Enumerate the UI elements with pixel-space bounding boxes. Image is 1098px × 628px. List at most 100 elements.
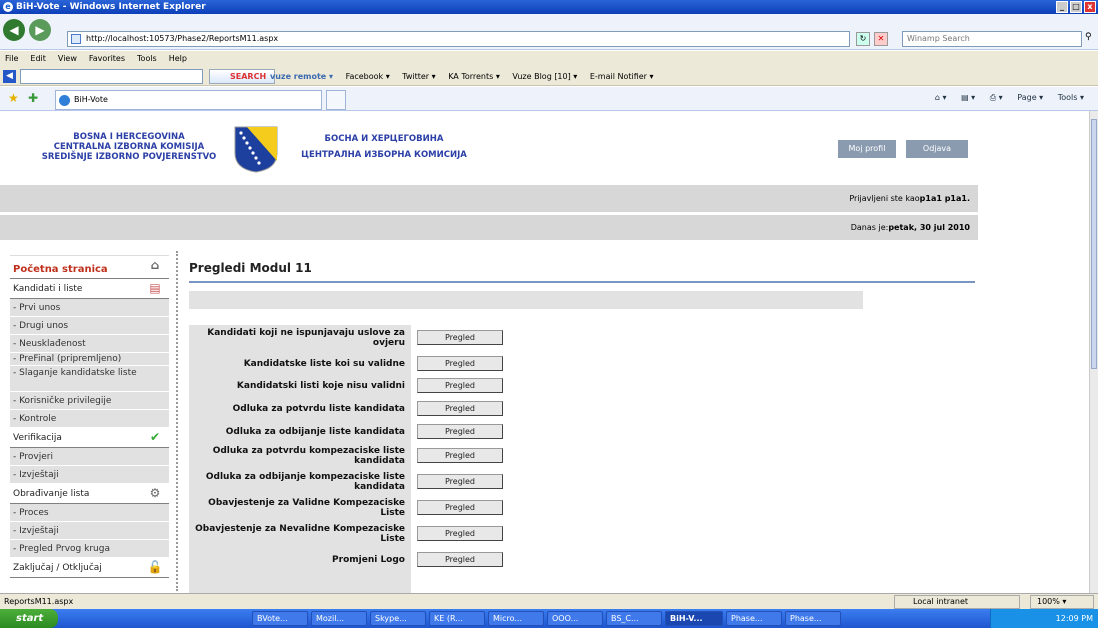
sidebar-item-prvi-unos[interactable]: - Prvi unos [10,299,169,317]
toolbar-search-input[interactable] [20,69,203,84]
url-field[interactable]: http://localhost:10573/Phase2/ReportsM11… [67,31,850,47]
report-row: Kandidatske liste koi su validne Pregled [189,353,507,375]
tab-label: BiH-Vote [74,95,108,104]
report-row: Odluka za odbijanje liste kandidata Preg… [189,421,507,443]
taskbar-item[interactable]: BVote... [252,611,308,626]
taskbar-item[interactable]: Micro... [488,611,544,626]
new-tab-button[interactable] [326,90,346,110]
pregled-button[interactable]: Pregled [417,500,503,515]
taskbar-item[interactable]: Phase... [785,611,841,626]
sidebar-item-prefinal[interactable]: - PreFinal (pripremljeno) [10,353,169,366]
home-icon: ⌂ [150,258,160,272]
pregled-button[interactable]: Pregled [417,526,503,541]
pregled-button[interactable]: Pregled [417,448,503,463]
sidebar-item-proces[interactable]: - Proces [10,504,169,522]
sidebar-item-neuskladenost[interactable]: - Neusklađenost [10,335,169,353]
search-icon[interactable]: ⚲ [1085,32,1097,46]
report-label: Odluka za odbijanje liste kandidata [225,427,405,437]
title-rule [189,281,975,283]
scrollbar-thumb[interactable] [1091,119,1097,369]
clock: 12:09 PM [1055,614,1093,623]
status-bar: ReportsM11.aspx Local intranet 100% ▾ [0,593,1098,609]
sidebar-home[interactable]: Početna stranica ⌂ [10,256,169,279]
sidebar-section-kandidati[interactable]: Kandidati i liste ▤ [10,279,169,299]
print-icon[interactable]: ⎙ ▾ [990,93,1003,102]
sidebar-item-privilegije[interactable]: - Korisničke privilegije [10,392,169,410]
sidebar-item-drugi-unos[interactable]: - Drugi unos [10,317,169,335]
sidebar-section-label: Kandidati i liste [13,284,83,294]
org-cyrillic-line2: ЦЕНТРАЛНА ИЗБОРНА КОМИСИЈА [301,150,467,160]
search-input[interactable]: Winamp Search [902,31,1082,47]
add-favorites-icon[interactable]: ✚ [28,91,38,105]
pregled-button[interactable]: Pregled [417,552,503,567]
pregled-button[interactable]: Pregled [417,424,503,439]
vuze-blog-link[interactable]: Vuze Blog [10] ▾ [512,72,577,81]
tab-bih-vote[interactable]: BiH-Vote [55,90,322,110]
menu-tools[interactable]: Tools [137,54,157,63]
favorites-star-icon[interactable]: ★ [8,91,19,105]
taskbar-item-active[interactable]: BiH-V... [665,611,723,626]
start-button[interactable]: start [0,609,58,628]
taskbar-item[interactable]: Phase... [726,611,782,626]
minimize-button[interactable]: _ [1056,1,1068,13]
profile-button[interactable]: Moj profil [838,140,896,158]
report-label: Kandidati koji ne ispunjavaju uslove za … [207,328,405,348]
page-menu[interactable]: Page ▾ [1017,93,1043,102]
sidebar-item-izvjestaji-2[interactable]: - Izvještaji [10,522,169,540]
taskbar-item[interactable]: KE (R... [429,611,485,626]
pregled-button[interactable]: Pregled [417,330,503,345]
tools-menu[interactable]: Tools ▾ [1058,93,1084,102]
home-icon[interactable]: ⌂ ▾ [935,93,947,102]
pregled-button[interactable]: Pregled [417,356,503,371]
toolbar-search-button[interactable]: SEARCH [209,69,276,84]
vertical-scrollbar[interactable] [1089,111,1098,593]
menu-favorites[interactable]: Favorites [89,54,125,63]
email-notifier-link[interactable]: E-mail Notifier ▾ [590,72,654,81]
report-row: Kandidati koji ne ispunjavaju uslove za … [189,327,507,349]
sidebar-item-slaganje[interactable]: - Slaganje kandidatske liste [10,366,169,392]
sidebar-item-pregled-prvog-kruga[interactable]: - Pregled Prvog kruga [10,540,169,558]
menu-edit[interactable]: Edit [30,54,46,63]
taskbar-item[interactable]: BS_C... [606,611,662,626]
sidebar-item-provjeri[interactable]: - Provjeri [10,448,169,466]
pregled-button[interactable]: Pregled [417,378,503,393]
stop-icon[interactable]: ✕ [874,32,888,46]
sidebar-item-kontrole[interactable]: - Kontrole [10,410,169,428]
page-icon [71,34,81,44]
maximize-button[interactable]: □ [1070,1,1082,13]
sidebar-section-label: Verifikacija [13,433,62,443]
report-row: Odluka za potvrdu kompezaciske liste kan… [189,445,507,467]
refresh-icon[interactable]: ↻ [856,32,870,46]
facebook-link[interactable]: Facebook ▾ [346,72,390,81]
gear-icon: ⚙ [149,486,161,500]
favorites-bar: ★ ✚ BiH-Vote ⌂ ▾ ▤ ▾ ⎙ ▾ Page ▾ Tools ▾ [0,87,1098,111]
sidebar-section-obradivanje[interactable]: Obrađivanje lista ⚙ [10,484,169,504]
sidebar-section-verifikacija[interactable]: Verifikacija ✔ [10,428,169,448]
user-info-band: Prijavljeni ste kaop1a1 p1a1. [0,185,978,212]
security-zone: Local intranet [894,595,1020,609]
site-header: BOSNA I HERCEGOVINA CENTRALNA IZBORNA KO… [0,111,1089,185]
pregled-button[interactable]: Pregled [417,401,503,416]
zoom-control[interactable]: 100% ▾ [1030,595,1094,609]
logged-prefix: Prijavljeni ste kao [849,194,920,203]
forward-button[interactable]: ▶ [29,19,51,41]
close-button[interactable]: x [1084,1,1096,13]
sidebar-item-izvjestaji[interactable]: - Izvještaji [10,466,169,484]
taskbar-item[interactable]: Mozil... [311,611,367,626]
taskbar-item[interactable]: OOO... [547,611,603,626]
menu-help[interactable]: Help [169,54,187,63]
vuze-remote-link[interactable]: vuze remote ▾ [270,72,333,81]
twitter-link[interactable]: Twitter ▾ [402,72,435,81]
logout-button[interactable]: Odjava [906,140,968,158]
taskbar-item[interactable]: Skype... [370,611,426,626]
command-bar: ⌂ ▾ ▤ ▾ ⎙ ▾ Page ▾ Tools ▾ [923,91,1084,105]
menu-file[interactable]: File [5,54,18,63]
menu-view[interactable]: View [58,54,77,63]
feeds-icon[interactable]: ▤ ▾ [961,93,975,102]
sidebar-section-zakljucaj[interactable]: Zaključaj / Otključaj 🔓 [10,558,169,578]
back-button[interactable]: ◀ [3,19,25,41]
pregled-button[interactable]: Pregled [417,474,503,489]
logged-user: p1a1 p1a1. [919,194,970,203]
toolbar-logo-icon[interactable]: ◀ [3,70,16,83]
ka-torrents-link[interactable]: KA Torrents ▾ [448,72,500,81]
